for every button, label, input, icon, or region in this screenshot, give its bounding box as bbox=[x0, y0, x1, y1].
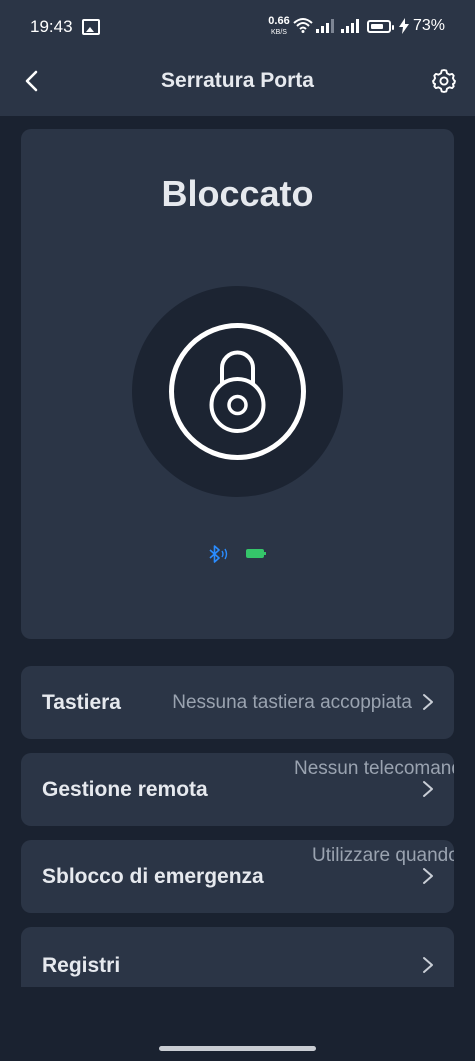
logs-label: Registri bbox=[42, 954, 121, 977]
logs-row[interactable]: Registri bbox=[21, 927, 454, 987]
charging-icon bbox=[399, 18, 409, 34]
status-bar: 19:43 0.66 KB/S 73% bbox=[0, 0, 475, 54]
chevron-right-icon bbox=[423, 957, 433, 973]
battery-icon bbox=[246, 549, 266, 558]
emergency-unlock-row[interactable]: Sblocco di emergenza Utilizzare quando n… bbox=[21, 840, 454, 913]
keypad-value: Nessuna tastiera accoppiata bbox=[172, 692, 412, 713]
padlock-icon bbox=[169, 323, 306, 460]
emergency-unlock-label: Sblocco di emergenza bbox=[42, 865, 264, 888]
chevron-right-icon bbox=[423, 781, 433, 797]
signal-icon-2 bbox=[341, 19, 359, 33]
lock-toggle-button[interactable] bbox=[132, 286, 343, 497]
wifi-icon bbox=[293, 18, 313, 33]
home-indicator[interactable] bbox=[159, 1046, 316, 1051]
keypad-label: Tastiera bbox=[42, 691, 121, 714]
lock-status-card: Bloccato bbox=[21, 129, 454, 639]
signal-icon bbox=[316, 19, 334, 33]
remote-management-label: Gestione remota bbox=[42, 778, 208, 801]
network-speed-unit: KB/S bbox=[271, 29, 287, 36]
remote-management-row[interactable]: Gestione remota Nessun telecomando accop… bbox=[21, 753, 454, 826]
battery-percent: 73% bbox=[413, 17, 446, 34]
status-time: 19:43 bbox=[30, 17, 73, 36]
battery-fill bbox=[371, 24, 383, 29]
page-title: Serratura Porta bbox=[161, 69, 314, 92]
app-bar: Serratura Porta bbox=[0, 54, 475, 116]
emergency-unlock-value: Utilizzare quando non si bbox=[312, 845, 454, 866]
network-speed-value: 0.66 bbox=[268, 15, 290, 27]
chevron-right-icon bbox=[423, 694, 433, 710]
keypad-row[interactable]: Tastiera Nessuna tastiera accoppiata bbox=[21, 666, 454, 739]
remote-management-value: Nessun telecomando accoppiato bbox=[294, 758, 454, 779]
lock-state: Bloccato bbox=[161, 173, 314, 214]
battery-status-icon bbox=[367, 20, 394, 33]
bluetooth-icon bbox=[209, 545, 228, 563]
notification-icon bbox=[82, 19, 100, 35]
network-speed: 0.66 KB/S bbox=[266, 15, 292, 37]
gear-icon[interactable] bbox=[431, 68, 457, 94]
chevron-right-icon bbox=[423, 868, 433, 884]
